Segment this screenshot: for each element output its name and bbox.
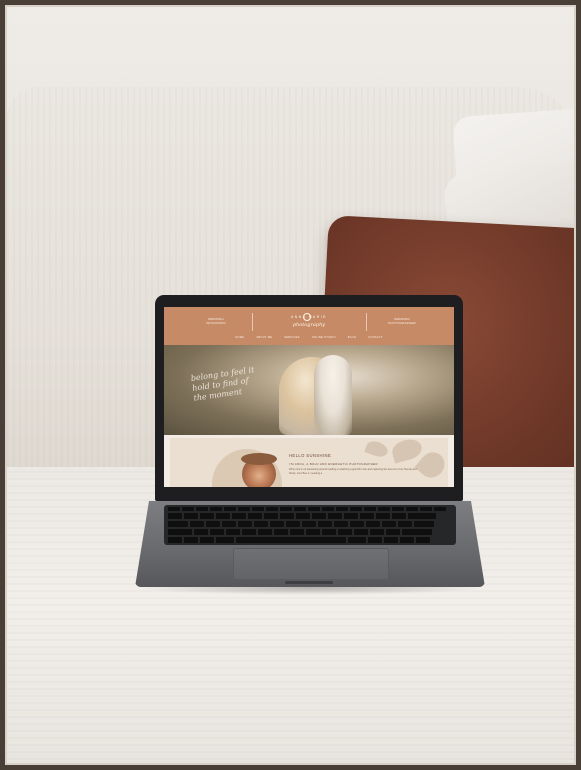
nav-about[interactable]: ABOUT ME	[256, 336, 272, 339]
portrait-hat	[241, 453, 277, 465]
header-right-text: WEDDING PHOTOGRAPHER	[388, 317, 416, 325]
site-header: WEDDING WISCONSIN ANNA MARIE photography…	[164, 307, 454, 345]
laptop-trackpad	[233, 548, 389, 580]
key-row	[168, 513, 436, 519]
hero-image: belong to feel it hold to find of the mo…	[164, 345, 454, 435]
about-section: HELLO SUNSHINE I'M ANNA, A BOLD AND ENER…	[164, 435, 454, 487]
about-body: When she's not wandering around reading …	[289, 468, 417, 475]
key-row	[168, 521, 434, 527]
site-nav: HOME ABOUT ME SERVICES ONLINE STUDIO BLO…	[164, 336, 454, 339]
laptop-notch	[285, 581, 333, 584]
nav-services[interactable]: SERVICES	[284, 336, 299, 339]
key-row	[168, 529, 432, 535]
frame-tab	[404, 0, 448, 4]
nav-blog[interactable]: BLOG	[348, 336, 356, 339]
about-subtitle: I'M ANNA, A BOLD AND ENERGETIC PHOTOGRAP…	[289, 462, 378, 466]
hero-couple-figure	[314, 355, 352, 435]
key-row	[168, 537, 430, 543]
laptop-keyboard	[164, 505, 456, 545]
photo-frame: WEDDING WISCONSIN ANNA MARIE photography…	[5, 5, 576, 765]
logo-mark-icon	[303, 313, 311, 321]
frame-tab	[258, 0, 302, 4]
header-divider	[366, 313, 367, 331]
leaf-decoration	[364, 438, 390, 460]
header-left-text: WEDDING WISCONSIN	[206, 317, 226, 325]
nav-contact[interactable]: CONTACT	[368, 336, 382, 339]
frame-tab	[92, 0, 136, 4]
laptop-lid: WEDDING WISCONSIN ANNA MARIE photography…	[155, 295, 463, 501]
laptop-screen: WEDDING WISCONSIN ANNA MARIE photography…	[164, 307, 454, 487]
nav-home[interactable]: HOME	[235, 336, 244, 339]
logo-script: photography	[292, 322, 326, 328]
about-title: HELLO SUNSHINE	[289, 453, 332, 458]
header-divider	[252, 313, 253, 331]
leaf-decoration	[389, 436, 425, 464]
hero-script-text: belong to feel it hold to find of the mo…	[190, 365, 255, 403]
nav-online-studio[interactable]: ONLINE STUDIO	[312, 336, 336, 339]
